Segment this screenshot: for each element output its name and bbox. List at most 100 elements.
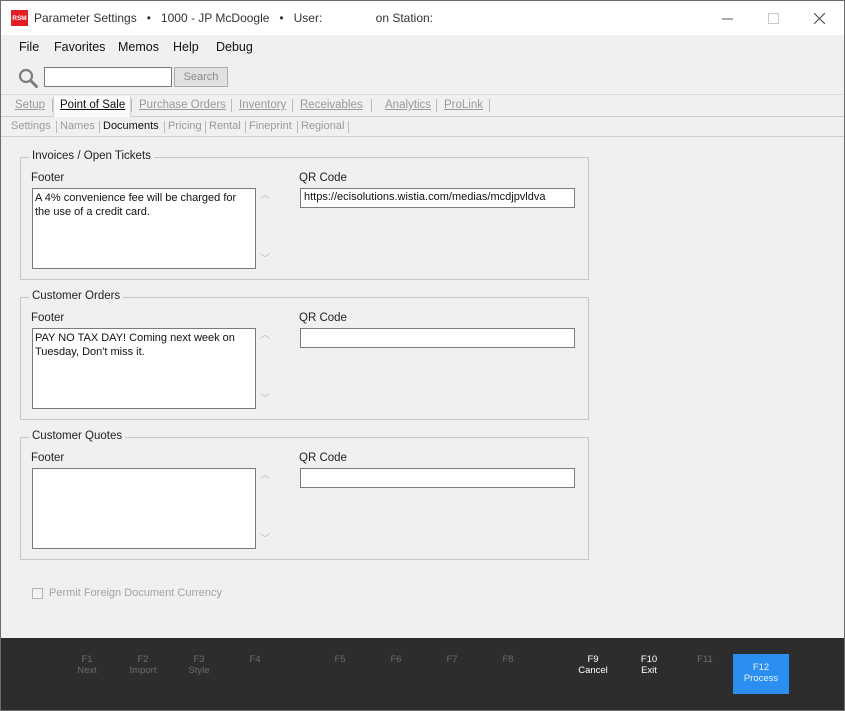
f1-next-button[interactable]: F1 Next	[59, 654, 115, 676]
tab-separator	[131, 99, 132, 112]
menu-memos[interactable]: Memos	[118, 40, 159, 54]
scroll-down-icon[interactable]: ﹀	[260, 535, 270, 545]
invoices-qr-label: QR Code	[299, 172, 347, 184]
tab-receivables[interactable]: Receivables	[300, 99, 363, 111]
fkey-code: F4	[249, 654, 261, 665]
f5-button[interactable]: F5	[312, 654, 368, 665]
subtab-names[interactable]: Names	[60, 120, 95, 132]
invoices-footer-textarea[interactable]: A 4% convenience fee will be charged for…	[32, 188, 256, 269]
menu-bar: File Favorites Memos Help Debug	[1, 35, 844, 59]
f4-button[interactable]: F4	[227, 654, 283, 665]
tab-separator	[436, 99, 437, 112]
scroll-up-icon[interactable]: ︿	[260, 191, 270, 201]
menu-favorites[interactable]: Favorites	[54, 40, 105, 54]
subtab-separator	[164, 121, 165, 133]
invoices-qr-input[interactable]: https://ecisolutions.wistia.com/medias/m…	[300, 188, 575, 208]
tab-analytics[interactable]: Analytics	[385, 99, 431, 111]
orders-footer-textarea[interactable]: PAY NO TAX DAY! Coming next week on Tues…	[32, 328, 256, 409]
fkey-code: F2	[137, 654, 149, 665]
subtab-separator	[99, 121, 100, 133]
subtab-separator	[205, 121, 206, 133]
window-title: Parameter Settings • 1000 - JP McDoogle …	[34, 11, 434, 25]
fkey-code: F11	[697, 654, 713, 665]
tab-separator	[292, 99, 293, 112]
close-icon	[813, 12, 825, 24]
scroll-down-icon[interactable]: ﹀	[260, 395, 270, 405]
app-logo: RSM	[11, 10, 28, 26]
permit-foreign-currency-label: Permit Foreign Document Currency	[49, 587, 223, 599]
fkey-label: Cancel	[578, 665, 608, 676]
fkey-code: F9	[587, 654, 599, 665]
tab-point-of-sale[interactable]: Point of Sale	[60, 99, 125, 111]
subtab-pricing[interactable]: Pricing	[168, 120, 202, 132]
f7-button[interactable]: F7	[424, 654, 480, 665]
permit-foreign-currency-checkbox[interactable]	[32, 587, 43, 599]
invoices-group-title: Invoices / Open Tickets	[29, 150, 154, 162]
subtab-separator	[56, 121, 57, 133]
scroll-up-icon[interactable]: ︿	[260, 471, 270, 481]
close-button[interactable]	[799, 5, 839, 31]
fkey-label: Import	[129, 665, 157, 676]
subtab-settings[interactable]: Settings	[11, 120, 51, 132]
menu-help[interactable]: Help	[173, 40, 199, 54]
subtab-separator	[297, 121, 298, 133]
search-button[interactable]: Search	[174, 67, 228, 87]
tab-separator	[231, 99, 232, 112]
maximize-button[interactable]	[753, 5, 793, 31]
subtab-separator	[245, 121, 246, 133]
f2-import-button[interactable]: F2 Import	[115, 654, 171, 676]
minimize-button[interactable]	[707, 5, 747, 31]
sub-tabs: Settings Names Documents Pricing Rental …	[1, 117, 844, 137]
fkey-label: Exit	[641, 665, 657, 676]
maximize-icon	[767, 12, 779, 24]
search-row: Search	[1, 59, 844, 95]
search-icon	[18, 68, 38, 88]
tab-inventory[interactable]: Inventory	[239, 99, 286, 111]
quotes-group-title: Customer Quotes	[29, 430, 126, 442]
minimize-icon	[721, 18, 733, 19]
subtab-rental[interactable]: Rental	[209, 120, 241, 132]
f11-button[interactable]: F11	[677, 654, 733, 665]
fkey-code: F8	[502, 654, 514, 665]
tab-purchase-orders[interactable]: Purchase Orders	[139, 99, 226, 111]
fkey-code: F10	[640, 654, 658, 665]
quotes-footer-textarea[interactable]	[32, 468, 256, 549]
tab-separator	[371, 99, 372, 112]
orders-qr-label: QR Code	[299, 312, 347, 324]
permit-foreign-currency-row: Permit Foreign Document Currency	[32, 586, 222, 600]
scroll-up-icon[interactable]: ︿	[260, 331, 270, 341]
menu-file[interactable]: File	[19, 40, 39, 54]
menu-debug[interactable]: Debug	[216, 40, 253, 54]
orders-footer-label: Footer	[31, 312, 65, 324]
orders-group-title: Customer Orders	[29, 290, 124, 302]
f10-exit-button[interactable]: F10 Exit	[621, 654, 677, 676]
subtab-regional[interactable]: Regional	[301, 120, 344, 132]
fkey-label: Process	[743, 673, 779, 684]
subtab-fineprint[interactable]: Fineprint	[249, 120, 292, 132]
tab-prolink[interactable]: ProLink	[444, 99, 483, 111]
orders-group: Customer Orders Footer PAY NO TAX DAY! C…	[20, 290, 589, 420]
tab-separator	[489, 99, 490, 112]
tab-setup[interactable]: Setup	[15, 99, 45, 111]
scroll-down-icon[interactable]: ﹀	[260, 255, 270, 265]
parameter-settings-window: RSM Parameter Settings • 1000 - JP McDoo…	[0, 0, 845, 711]
fkey-code: F7	[446, 654, 458, 665]
fkey-code: F1	[81, 654, 93, 665]
fkey-code: F12	[752, 662, 770, 673]
f12-process-button[interactable]: F12 Process	[733, 654, 789, 694]
fkey-code: F6	[390, 654, 402, 665]
f9-cancel-button[interactable]: F9 Cancel	[565, 654, 621, 676]
f3-style-button[interactable]: F3 Style	[171, 654, 227, 676]
fkey-label: Style	[188, 665, 210, 676]
quotes-group: Customer Quotes Footer ︿ ﹀ QR Code	[20, 430, 589, 560]
quotes-qr-label: QR Code	[299, 452, 347, 464]
quotes-qr-input[interactable]	[300, 468, 575, 488]
f6-button[interactable]: F6	[368, 654, 424, 665]
f8-button[interactable]: F8	[480, 654, 536, 665]
subtab-documents[interactable]: Documents	[103, 120, 159, 132]
invoices-group: Invoices / Open Tickets Footer A 4% conv…	[20, 150, 589, 280]
tab-separator	[52, 99, 53, 112]
subtab-separator	[348, 121, 349, 133]
search-input[interactable]	[44, 67, 172, 87]
orders-qr-input[interactable]	[300, 328, 575, 348]
